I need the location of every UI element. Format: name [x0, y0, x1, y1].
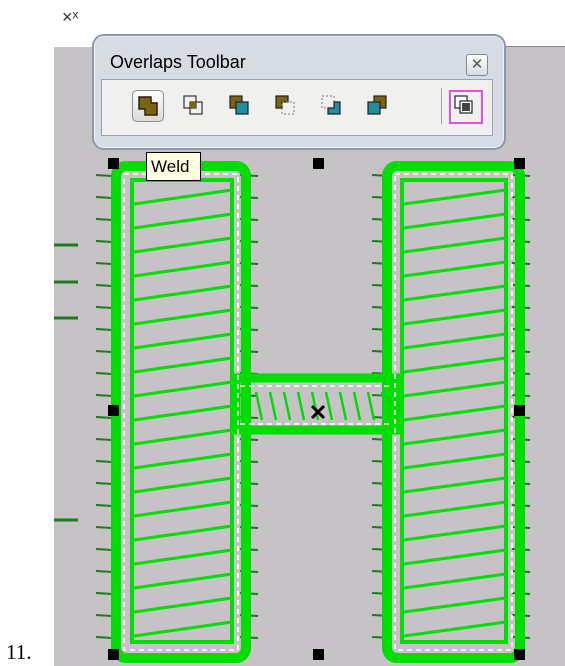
- fill-stitch: [403, 548, 507, 566]
- stitch-spike: [95, 394, 113, 397]
- fill-stitch: [403, 476, 507, 494]
- stitch-spike: [95, 240, 113, 243]
- selection-handle-middle-right[interactable]: [514, 405, 525, 416]
- fill-stitch: [403, 356, 507, 374]
- weld-button[interactable]: [132, 90, 164, 122]
- fill-stitch: [133, 596, 233, 614]
- overlap-options-icon: [454, 95, 473, 114]
- selection-handle-top-left[interactable]: [108, 158, 119, 169]
- fill-stitch: [133, 404, 233, 422]
- selection-handle-bottom-center[interactable]: [313, 649, 324, 660]
- stitch-spike: [95, 592, 113, 595]
- selection-handle-top-center[interactable]: [313, 158, 324, 169]
- exclude-icon: [321, 95, 341, 115]
- combine-button[interactable]: [362, 90, 392, 120]
- weld-icon: [138, 96, 158, 116]
- fill-stitch: [403, 212, 507, 230]
- combine-icon: [367, 95, 387, 115]
- fill-stitch: [403, 236, 507, 254]
- stitch-spike: [95, 548, 113, 551]
- fill-stitch: [268, 391, 278, 421]
- overlaps-toolbar[interactable]: Overlaps Toolbar ✕: [92, 34, 506, 150]
- stitch-spike: [95, 438, 113, 441]
- fill-stitch: [324, 391, 334, 421]
- stitch-spike: [95, 636, 113, 639]
- fill-stitch: [133, 260, 233, 278]
- fill-stitch: [403, 596, 507, 614]
- fill-stitch: [133, 332, 233, 350]
- intersect-icon: [183, 95, 203, 115]
- fill-stitch: [133, 236, 233, 254]
- fill-stitch: [296, 391, 306, 421]
- fill-stitch: [403, 188, 507, 206]
- fill-stitch: [133, 452, 233, 470]
- overlap-options-button[interactable]: [449, 90, 483, 124]
- trim-back-icon: [229, 95, 249, 115]
- toolbar-button-row: [101, 79, 493, 136]
- fill-stitch: [403, 332, 507, 350]
- close-marker-icon: ×ˣ: [62, 7, 79, 27]
- fill-stitch: [403, 308, 507, 326]
- list-number: 11.: [6, 640, 32, 664]
- trim-back-button[interactable]: [224, 90, 254, 120]
- intersect-button[interactable]: [178, 90, 208, 120]
- stitch-spike: [95, 306, 113, 309]
- stitch-spike: [95, 460, 113, 463]
- fill-stitch: [133, 380, 233, 398]
- fill-stitch: [133, 548, 233, 566]
- selection-handle-middle-left[interactable]: [108, 405, 119, 416]
- stitch-spike: [95, 350, 113, 353]
- weld-tooltip: Weld: [146, 152, 201, 181]
- stitch-spike: [95, 372, 113, 375]
- stitch-spike: [95, 614, 113, 617]
- trim-front-button[interactable]: [270, 90, 300, 120]
- fill-stitch: [133, 356, 233, 374]
- fill-stitch: [133, 572, 233, 590]
- selection-handle-top-right[interactable]: [514, 158, 525, 169]
- fill-stitch: [403, 404, 507, 422]
- fill-stitch: [352, 391, 362, 421]
- fill-stitch: [133, 188, 233, 206]
- stitch-spike: [95, 504, 113, 507]
- trim-front-icon: [275, 95, 295, 115]
- selection-handle-bottom-left[interactable]: [108, 649, 119, 660]
- fill-stitch: [403, 260, 507, 278]
- fill-stitch: [403, 620, 507, 638]
- stitch-spike: [95, 328, 113, 331]
- stitch-spike: [95, 570, 113, 573]
- toolbar-separator: [441, 88, 442, 124]
- fill-stitch: [133, 500, 233, 518]
- fill-stitch: [403, 452, 507, 470]
- fill-stitch: [133, 284, 233, 302]
- fill-stitch: [133, 476, 233, 494]
- fill-stitch: [403, 524, 507, 542]
- fill-stitch: [282, 391, 292, 421]
- fill-stitch: [133, 524, 233, 542]
- fill-stitch: [403, 380, 507, 398]
- stitch-spike: [95, 526, 113, 529]
- close-button[interactable]: ✕: [466, 54, 488, 76]
- stitch-spike: [95, 174, 113, 177]
- stitch-spike: [95, 482, 113, 485]
- fill-stitch: [366, 391, 376, 421]
- fill-stitch: [133, 620, 233, 638]
- fill-stitch: [403, 284, 507, 302]
- stitch-spike: [95, 196, 113, 199]
- fill-stitch: [133, 212, 233, 230]
- fill-stitch: [403, 428, 507, 446]
- fill-stitch: [338, 391, 348, 421]
- toolbar-title: Overlaps Toolbar: [110, 52, 246, 72]
- fill-stitch: [133, 428, 233, 446]
- stitch-spike: [95, 218, 113, 221]
- stitch-spike: [95, 416, 113, 419]
- fill-stitch: [254, 391, 264, 421]
- stitch-spike: [95, 284, 113, 287]
- stitch-spike: [95, 262, 113, 265]
- fill-stitch: [403, 500, 507, 518]
- fill-stitch: [133, 308, 233, 326]
- exclude-button[interactable]: [316, 90, 346, 120]
- fill-stitch: [403, 572, 507, 590]
- selection-handle-bottom-right[interactable]: [514, 649, 525, 660]
